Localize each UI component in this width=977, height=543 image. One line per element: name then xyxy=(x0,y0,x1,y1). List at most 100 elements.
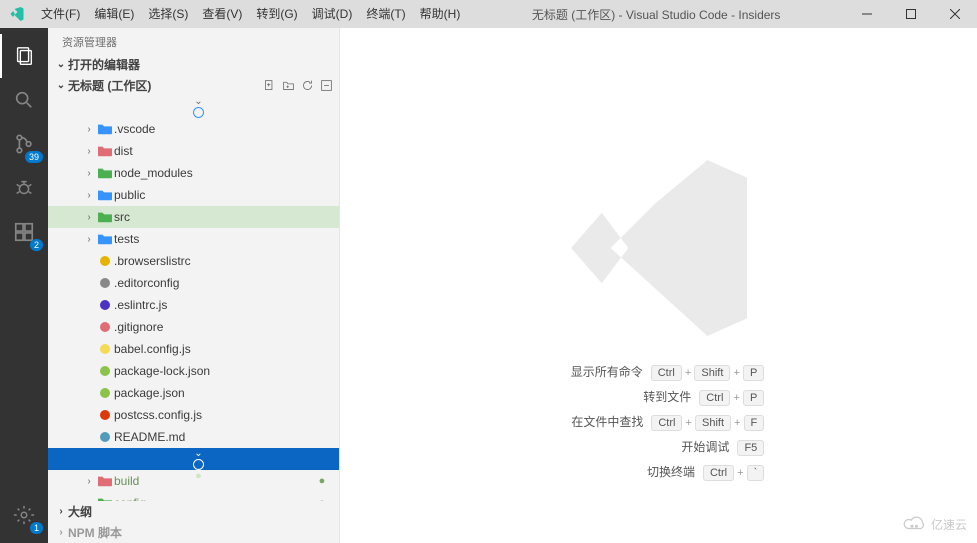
twisty-icon[interactable]: ⌄ xyxy=(192,448,206,459)
outline-header[interactable]: › 大纲 xyxy=(48,501,339,522)
app-logo xyxy=(0,6,34,22)
tree-folder[interactable]: ›tests xyxy=(48,228,339,250)
twisty-icon[interactable]: › xyxy=(82,476,96,487)
tree-item-label: .editorconfig xyxy=(114,276,315,290)
key-hint: 切换终端Ctrl + ` xyxy=(553,463,765,480)
tree-file[interactable]: .gitignore xyxy=(48,316,339,338)
file-tree[interactable]: ⌄vue-app›.vscode›dist›node_modules›publi… xyxy=(48,96,339,501)
tree-folder[interactable]: ›build● xyxy=(48,470,339,492)
activity-extensions[interactable]: 2 xyxy=(0,210,48,254)
open-editors-label: 打开的编辑器 xyxy=(68,56,140,73)
key: Ctrl xyxy=(699,390,730,406)
workspace-label: 无标题 (工作区) xyxy=(68,77,263,94)
tree-file[interactable]: postcss.config.js xyxy=(48,404,339,426)
menu-item[interactable]: 转到(G) xyxy=(249,0,304,28)
tree-item-label: node_modules xyxy=(114,166,315,180)
menu-item[interactable]: 文件(F) xyxy=(34,0,87,28)
maximize-button[interactable] xyxy=(889,0,933,28)
settings-badge: 1 xyxy=(30,522,43,534)
folder-icon xyxy=(96,189,114,201)
activity-search[interactable] xyxy=(0,78,48,122)
tree-folder[interactable]: ›config● xyxy=(48,492,339,501)
explorer-sidebar: 资源管理器 ⌄ 打开的编辑器 ⌄ 无标题 (工作区) ⌄vue-app›.vsc… xyxy=(48,28,340,543)
tree-item-label: dist xyxy=(114,144,315,158)
menu-item[interactable]: 帮助(H) xyxy=(413,0,468,28)
tree-file[interactable]: package-lock.json xyxy=(48,360,339,382)
chevron-right-icon: › xyxy=(54,527,68,538)
tree-item-label: build xyxy=(114,474,315,488)
key: Shift xyxy=(694,365,730,381)
vscode-logo-ghost xyxy=(549,138,769,358)
new-folder-icon[interactable] xyxy=(282,79,295,92)
tree-item-label: .eslintrc.js xyxy=(114,298,315,312)
tree-file[interactable]: .eslintrc.js xyxy=(48,294,339,316)
menubar: 文件(F)编辑(E)选择(S)查看(V)转到(G)调试(D)终端(T)帮助(H) xyxy=(34,0,467,28)
key-hint: 显示所有命令Ctrl + Shift + P xyxy=(553,363,765,380)
menu-item[interactable]: 编辑(E) xyxy=(87,0,141,28)
twisty-icon[interactable]: › xyxy=(82,168,96,179)
twisty-icon[interactable]: › xyxy=(82,212,96,223)
workspace-header[interactable]: ⌄ 无标题 (工作区) xyxy=(48,75,339,96)
tree-folder[interactable]: › node_modules xyxy=(48,162,339,184)
hint-label: 转到文件 xyxy=(601,388,691,405)
file-icon xyxy=(96,344,114,354)
tree-folder[interactable]: › dist xyxy=(48,140,339,162)
open-editors-header[interactable]: ⌄ 打开的编辑器 xyxy=(48,54,339,75)
menu-item[interactable]: 终端(T) xyxy=(359,0,412,28)
key: F xyxy=(744,415,765,431)
tree-file[interactable]: babel.config.js xyxy=(48,338,339,360)
activity-explorer[interactable] xyxy=(0,34,48,78)
refresh-icon[interactable] xyxy=(301,79,314,92)
tree-folder[interactable]: ⌄vue-demo● xyxy=(48,448,339,470)
scm-badge: 39 xyxy=(25,151,43,163)
file-icon xyxy=(96,432,114,442)
key-hint: 开始调试 F5 xyxy=(553,438,765,455)
file-icon xyxy=(96,388,114,398)
tree-folder[interactable]: › public xyxy=(48,184,339,206)
activity-scm[interactable]: 39 xyxy=(0,122,48,166)
twisty-icon[interactable]: › xyxy=(82,234,96,245)
npm-scripts-header[interactable]: › NPM 脚本 xyxy=(48,522,339,543)
key: Shift xyxy=(695,415,731,431)
outline-label: 大纲 xyxy=(68,503,92,520)
key: F5 xyxy=(737,440,764,456)
folder-icon xyxy=(96,475,114,487)
folder-icon xyxy=(96,233,114,245)
tree-file[interactable]: README.md xyxy=(48,426,339,448)
key: Ctrl xyxy=(651,415,682,431)
chevron-down-icon: ⌄ xyxy=(54,80,68,91)
minimize-button[interactable] xyxy=(845,0,889,28)
tree-file[interactable]: .browserslistrc xyxy=(48,250,339,272)
tree-folder[interactable]: ⌄vue-app xyxy=(48,96,339,118)
twisty-icon[interactable]: › xyxy=(82,190,96,201)
hint-label: 开始调试 xyxy=(639,438,729,455)
activity-debug[interactable] xyxy=(0,166,48,210)
folder-icon xyxy=(96,145,114,157)
tree-folder[interactable]: ›.vscode xyxy=(48,118,339,140)
key: P xyxy=(743,365,764,381)
new-file-icon[interactable] xyxy=(263,79,276,92)
activity-settings[interactable]: 1 xyxy=(0,493,48,537)
sidebar-title: 资源管理器 xyxy=(48,28,339,54)
welcome-key-hints: 显示所有命令Ctrl + Shift + P转到文件Ctrl + P在文件中查找… xyxy=(553,363,765,480)
tree-item-label: public xyxy=(114,188,315,202)
menu-item[interactable]: 选择(S) xyxy=(141,0,195,28)
twisty-icon[interactable]: › xyxy=(82,146,96,157)
activity-bar: 39 2 1 xyxy=(0,28,48,543)
tree-folder[interactable]: › src xyxy=(48,206,339,228)
tree-file[interactable]: package.json xyxy=(48,382,339,404)
key: P xyxy=(743,390,764,406)
tree-file[interactable]: .editorconfig xyxy=(48,272,339,294)
key: Ctrl xyxy=(651,365,682,381)
chevron-down-icon: ⌄ xyxy=(54,59,68,70)
twisty-icon[interactable]: ⌄ xyxy=(192,96,206,107)
tree-item-label: package-lock.json xyxy=(114,364,315,378)
tree-item-label: src xyxy=(114,210,315,224)
menu-item[interactable]: 调试(D) xyxy=(305,0,360,28)
close-button[interactable] xyxy=(933,0,977,28)
collapse-icon[interactable] xyxy=(320,79,333,92)
menu-item[interactable]: 查看(V) xyxy=(195,0,249,28)
twisty-icon[interactable]: › xyxy=(82,124,96,135)
tree-item-label: package.json xyxy=(114,386,315,400)
chevron-right-icon: › xyxy=(54,506,68,517)
